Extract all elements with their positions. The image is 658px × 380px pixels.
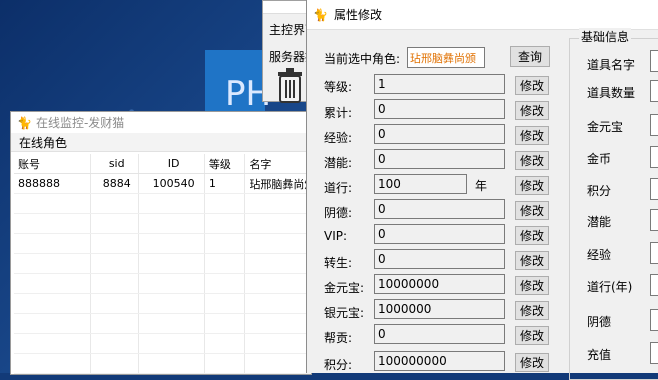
query-button[interactable]: 查询	[510, 46, 550, 67]
table-row[interactable]: 888888 8884 100540 1 玷邢脑彝尚颁	[14, 174, 311, 194]
monitor-title: 在线监控-发财猫	[35, 116, 125, 130]
menu-online-roles[interactable]: 在线角色	[11, 133, 311, 152]
modify-potential-button[interactable]: 修改	[515, 151, 549, 170]
table-row-empty	[14, 354, 311, 374]
table-row-empty	[14, 294, 311, 314]
cat-icon: 🐈	[313, 7, 328, 22]
basic-info-title: 基础信息	[579, 28, 632, 45]
cat-icon: 🐈	[17, 115, 32, 130]
table-row-empty	[14, 194, 311, 214]
field-label: 阴德:	[324, 206, 353, 220]
table-row-empty	[14, 254, 311, 274]
guild-contribution-input[interactable]: 0	[374, 324, 505, 344]
table-row-empty	[14, 234, 311, 254]
basic-label: 道行(年)	[587, 280, 633, 294]
selected-role-field[interactable]: 玷邢脑彝尚颁	[407, 47, 485, 68]
table-header: 账号 sid ID 等级 名字	[14, 154, 311, 174]
daoxing-input[interactable]: 100	[374, 174, 467, 194]
basic-label: 潜能	[587, 215, 612, 229]
basic-label: 道具名字	[587, 58, 636, 72]
basic-label: 积分	[587, 184, 612, 198]
basic-daoxing-input[interactable]	[650, 274, 658, 296]
modify-silver-ingot-button[interactable]: 修改	[515, 301, 549, 320]
property-edit-window: 🐈 属性修改 当前选中角色: 玷邢脑彝尚颁 查询 等级: 1 修改 累计: 0 …	[306, 0, 658, 380]
field-label: 潜能:	[324, 156, 353, 170]
table-row-empty	[14, 214, 311, 234]
field-label: 经验:	[324, 131, 353, 145]
field-label: 累计:	[324, 106, 353, 120]
online-monitor-window: 🐈 在线监控-发财猫 在线角色 账号 sid ID 等级 名字 888888 8…	[10, 111, 312, 375]
trash-icon[interactable]	[275, 66, 305, 104]
table-row-empty	[14, 314, 311, 334]
modify-daoxing-button[interactable]: 修改	[515, 176, 549, 195]
modify-experience-button[interactable]: 修改	[515, 126, 549, 145]
selected-role-label: 当前选中角色:	[324, 52, 401, 66]
table-row-empty	[14, 334, 311, 354]
monitor-titlebar[interactable]: 🐈 在线监控-发财猫	[11, 112, 311, 133]
level-input[interactable]: 1	[374, 74, 505, 94]
basic-label: 经验	[587, 248, 612, 262]
modify-gold-ingot-button[interactable]: 修改	[515, 276, 549, 295]
rebirth-input[interactable]: 0	[374, 249, 505, 269]
cell-id: 100540	[139, 174, 205, 193]
field-label: 等级:	[324, 80, 353, 94]
item-quantity-input[interactable]	[650, 80, 658, 102]
potential-input[interactable]: 0	[374, 149, 505, 169]
col-header-name[interactable]: 名字	[245, 154, 311, 173]
silver-ingot-input[interactable]: 1000000	[374, 299, 505, 319]
col-header-id[interactable]: ID	[139, 154, 205, 173]
year-unit-label: 年	[475, 179, 488, 193]
modify-points-button[interactable]: 修改	[515, 353, 549, 372]
field-label: 积分:	[324, 358, 353, 372]
col-header-level[interactable]: 等级	[205, 154, 246, 173]
cell-level: 1	[205, 174, 246, 193]
basic-points-input[interactable]	[650, 178, 658, 200]
field-label: 帮贡:	[324, 331, 353, 345]
basic-potential-input[interactable]	[650, 209, 658, 231]
modify-level-button[interactable]: 修改	[515, 76, 549, 95]
basic-gold-ingot-input[interactable]	[650, 114, 658, 136]
menu-online-roles-label: 在线角色	[19, 135, 68, 150]
modify-vip-button[interactable]: 修改	[515, 226, 549, 245]
experience-input[interactable]: 0	[374, 124, 505, 144]
modify-yinde-button[interactable]: 修改	[515, 201, 549, 220]
basic-gold-coin-input[interactable]	[650, 146, 658, 168]
basic-recharge-input[interactable]	[650, 342, 658, 364]
item-name-input[interactable]	[650, 50, 658, 72]
basic-experience-input[interactable]	[650, 242, 658, 264]
basic-label: 阴德	[587, 315, 612, 329]
yinde-input[interactable]: 0	[374, 199, 505, 219]
basic-label: 金元宝	[587, 120, 624, 134]
cell-name: 玷邢脑彝尚颁	[245, 174, 311, 193]
basic-label: 金币	[587, 152, 612, 166]
modify-rebirth-button[interactable]: 修改	[515, 251, 549, 270]
basic-label: 道具数量	[587, 86, 636, 100]
cell-account: 888888	[14, 174, 92, 193]
basic-yinde-input[interactable]	[650, 309, 658, 331]
modify-cumulative-button[interactable]: 修改	[515, 101, 549, 120]
field-label: VIP:	[324, 229, 348, 243]
field-label: 转生:	[324, 256, 353, 270]
vip-input[interactable]: 0	[374, 224, 505, 244]
points-input[interactable]: 100000000	[374, 351, 505, 371]
col-header-account[interactable]: 账号	[14, 154, 92, 173]
col-header-sid[interactable]: sid	[91, 154, 140, 173]
cumulative-input[interactable]: 0	[374, 99, 505, 119]
online-roles-table: 账号 sid ID 等级 名字 888888 8884 100540 1 玷邢脑…	[14, 154, 311, 374]
field-label: 道行:	[324, 181, 353, 195]
modify-guild-contribution-button[interactable]: 修改	[515, 326, 549, 345]
props-titlebar[interactable]: 🐈 属性修改	[307, 0, 658, 30]
desktop-tile: PH	[205, 50, 271, 115]
field-label: 银元宝:	[324, 306, 365, 320]
field-label: 金元宝:	[324, 281, 365, 295]
props-title: 属性修改	[333, 8, 382, 22]
cell-sid: 8884	[91, 174, 140, 193]
basic-label: 充值	[587, 348, 612, 362]
table-row-empty	[14, 274, 311, 294]
gold-ingot-input[interactable]: 10000000	[374, 274, 505, 294]
